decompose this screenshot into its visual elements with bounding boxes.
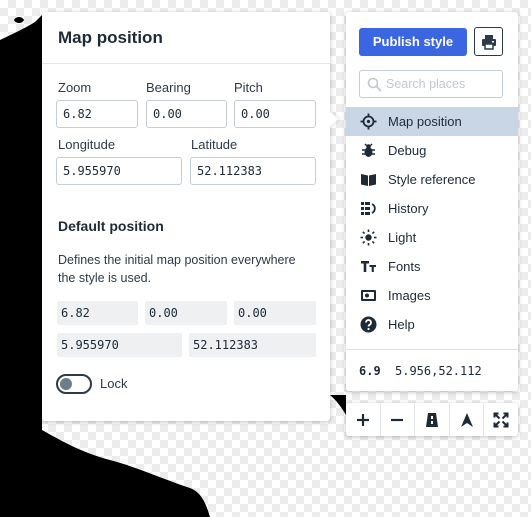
zoom-out-icon: [391, 418, 404, 421]
popover-title: Map position: [58, 28, 163, 47]
latitude-input[interactable]: 52.112383: [190, 157, 316, 185]
default-pitch-value: 0.00: [234, 301, 316, 325]
compass-button[interactable]: [450, 403, 485, 436]
coordinates-readout: 6.9 5.956,52.112: [346, 349, 518, 391]
map-position-popover: Map position Zoom Bearing Pitch 6.82 0.0…: [42, 12, 330, 421]
nav-item-help[interactable]: Help: [346, 310, 518, 339]
nav-item-label: Style reference: [388, 172, 476, 187]
lock-toggle[interactable]: [56, 374, 92, 394]
nav-item-map-position[interactable]: Map position: [346, 107, 518, 136]
latitude-label: Latitude: [191, 137, 238, 152]
search-input[interactable]: [386, 75, 498, 93]
lock-label: Lock: [100, 376, 128, 391]
image-icon: [361, 290, 376, 301]
nav-item-label: Debug: [388, 143, 427, 158]
search-icon: [367, 77, 382, 92]
nav-item-light[interactable]: Light: [346, 223, 518, 252]
default-longitude-value: 5.955970: [57, 333, 182, 357]
default-zoom-value: 6.82: [57, 301, 138, 325]
longitude-input[interactable]: 5.955970: [56, 157, 182, 185]
default-latitude-value: 52.112383: [189, 333, 316, 357]
nav-item-label: History: [388, 201, 429, 216]
bearing-icon: [425, 412, 438, 427]
crosshair-icon: [360, 113, 377, 130]
lnglat-readout: 5.956,52.112: [395, 364, 482, 378]
zoom-out-button[interactable]: [381, 403, 416, 436]
book-icon: [361, 174, 376, 186]
help-icon: [360, 316, 377, 333]
nav-item-images[interactable]: Images: [346, 281, 518, 310]
search-places[interactable]: [359, 70, 503, 98]
zoom-input[interactable]: 6.82: [56, 100, 138, 128]
sun-icon: [360, 229, 377, 246]
zoom-in-icon: [356, 413, 369, 426]
reset-bearing-button[interactable]: [415, 403, 450, 436]
fullscreen-icon: [493, 412, 509, 427]
nav-item-label: Help: [388, 317, 415, 332]
side-toolbar: Publish style Map position: [346, 12, 518, 391]
nav-item-label: Light: [388, 230, 417, 245]
print-button[interactable]: [474, 27, 503, 56]
nav-item-style-reference[interactable]: Style reference: [346, 165, 518, 194]
zoom-in-button[interactable]: [346, 403, 381, 436]
bug-icon: [362, 143, 375, 157]
bearing-label: Bearing: [146, 80, 191, 95]
nav-list: Map position Debug Style reference Histo…: [346, 107, 518, 339]
zoom-readout: 6.9: [359, 364, 381, 378]
printer-icon: [482, 35, 496, 50]
nav-item-fonts[interactable]: Fonts: [346, 252, 518, 281]
nav-item-label: Fonts: [388, 259, 421, 274]
publish-style-button[interactable]: Publish style: [359, 28, 467, 56]
pitch-label: Pitch: [234, 80, 263, 95]
fullscreen-button[interactable]: [484, 403, 518, 436]
default-position-description: Defines the initial map position everywh…: [58, 253, 296, 285]
pitch-input[interactable]: 0.00: [234, 100, 316, 128]
default-bearing-value: 0.00: [145, 301, 227, 325]
nav-item-label: Map position: [388, 114, 462, 129]
bearing-input[interactable]: 0.00: [146, 100, 227, 128]
font-icon: [361, 261, 376, 272]
map-controls: [346, 403, 518, 436]
lock-toggle-knob: [60, 378, 72, 390]
default-position-title: Default position: [58, 218, 164, 234]
nav-item-label: Images: [388, 288, 431, 303]
zoom-label: Zoom: [58, 80, 92, 95]
popover-header: Map position: [42, 12, 330, 64]
history-icon: [361, 202, 376, 215]
nav-item-history[interactable]: History: [346, 194, 518, 223]
nav-item-debug[interactable]: Debug: [346, 136, 518, 165]
longitude-label: Longitude: [58, 137, 116, 152]
north-arrow-icon: [460, 412, 473, 427]
